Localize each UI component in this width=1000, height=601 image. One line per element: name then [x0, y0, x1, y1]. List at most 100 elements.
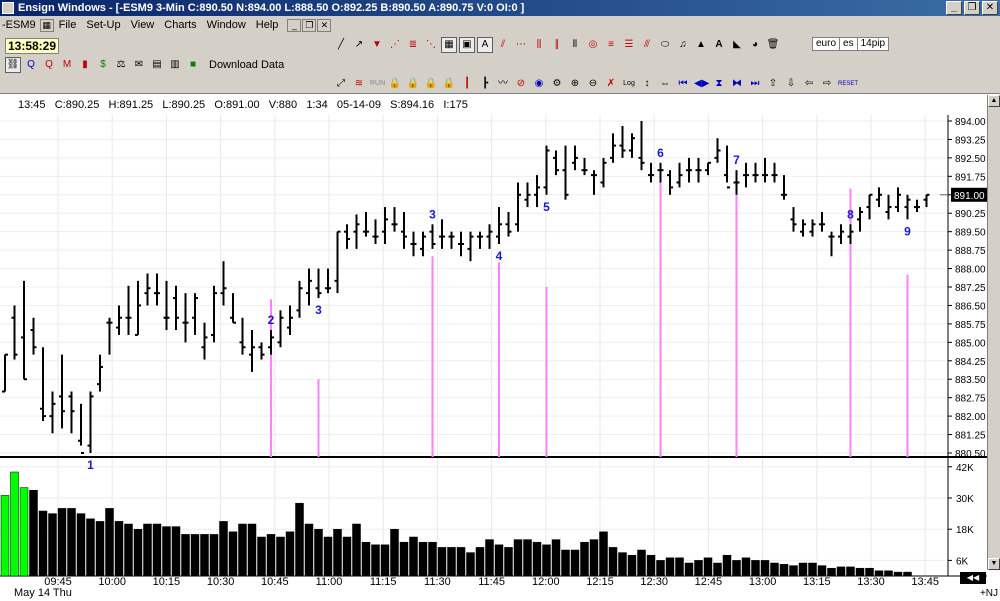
- bar-chart-icon[interactable]: ▮: [77, 57, 93, 73]
- channel-tool-icon[interactable]: ⫼: [531, 37, 547, 53]
- log-scale-button[interactable]: Log: [621, 76, 637, 92]
- volume-bar: [29, 489, 38, 577]
- scanner-icon[interactable]: ⚖: [113, 57, 129, 73]
- pitchfork-tool-icon[interactable]: ⫽: [495, 37, 511, 53]
- scroll-left-end-icon[interactable]: ⏮: [675, 76, 691, 92]
- chart-background: [0, 115, 987, 586]
- lock-icon-4[interactable]: 🔒: [441, 76, 457, 92]
- cycle-tool-icon[interactable]: ∥: [549, 37, 565, 53]
- compress-icon[interactable]: ⧓: [729, 76, 745, 92]
- run-button[interactable]: RUN: [369, 76, 385, 92]
- candle-icon[interactable]: ┃: [459, 76, 475, 92]
- volume-bar: [190, 534, 200, 577]
- volume-bar: [143, 523, 152, 577]
- arrow-up-icon[interactable]: ⇧: [765, 76, 781, 92]
- tab-14pip[interactable]: 14pip: [856, 37, 890, 51]
- menu-view[interactable]: View: [126, 16, 160, 34]
- zoom-out-icon[interactable]: ⊖: [585, 76, 601, 92]
- price-tick-label: 894.00: [955, 117, 986, 128]
- zoom-in-icon[interactable]: ⊕: [567, 76, 583, 92]
- reset-button[interactable]: RESET: [837, 76, 858, 92]
- mdi-minimize-button[interactable]: _: [287, 18, 302, 32]
- ray-tool-icon[interactable]: ↗: [351, 37, 367, 53]
- volume-bar: [95, 521, 105, 577]
- menu-setup[interactable]: Set-Up: [81, 16, 125, 34]
- tab-es[interactable]: es: [839, 37, 858, 51]
- bar-type-icon[interactable]: ┣: [477, 76, 493, 92]
- menu-file[interactable]: File: [54, 16, 82, 34]
- dollar-icon[interactable]: $: [95, 57, 111, 73]
- gauge-tool-icon[interactable]: ◕: [747, 37, 763, 53]
- lock-icon-3[interactable]: 🔒: [423, 76, 439, 92]
- minimize-button[interactable]: _: [946, 1, 962, 15]
- menu-help[interactable]: Help: [251, 16, 284, 34]
- tab-euro[interactable]: euro: [812, 37, 841, 51]
- fib-fan-tool-icon[interactable]: ⋰: [387, 37, 403, 53]
- crosshair-icon[interactable]: ✗: [603, 76, 619, 92]
- message-icon[interactable]: ✉: [131, 57, 147, 73]
- target-icon[interactable]: ◉: [531, 76, 547, 92]
- time-lines-tool-icon[interactable]: ⦀: [567, 37, 583, 53]
- close-button[interactable]: ✕: [982, 1, 998, 15]
- quote-page-icon[interactable]: Q: [23, 57, 39, 73]
- text-box-tool-icon[interactable]: A: [477, 37, 493, 53]
- chart-nav-arrows[interactable]: ◀◀ ▶▶: [960, 572, 986, 594]
- volume-tick-label: 42K: [956, 463, 974, 474]
- scale-icon[interactable]: ↕: [639, 76, 655, 92]
- scroll-down-icon[interactable]: ▼: [988, 558, 1000, 570]
- ellipse-tool-icon[interactable]: ⬭: [657, 37, 673, 53]
- rectangle-tool-icon[interactable]: ▣: [459, 37, 475, 53]
- expand-icon[interactable]: ⧗: [711, 76, 727, 92]
- wave-label: 6: [657, 146, 664, 160]
- calendar-icon[interactable]: ▥: [167, 57, 183, 73]
- arrow-down-tool-icon[interactable]: ▼: [369, 37, 385, 53]
- mdi-restore-button[interactable]: ❐: [302, 18, 317, 32]
- lock-icon-2[interactable]: 🔒: [405, 76, 421, 92]
- alert-tool-icon[interactable]: ▲: [693, 37, 709, 53]
- mdi-close-button[interactable]: ✕: [317, 18, 332, 32]
- bell-tool-icon[interactable]: ♫: [675, 37, 691, 53]
- no-entry-icon[interactable]: ⊘: [513, 76, 529, 92]
- info-countdown: 1:34: [306, 99, 328, 111]
- volume-bar: [494, 544, 504, 577]
- fib-arc-tool-icon[interactable]: ⋱: [423, 37, 439, 53]
- scroll-right-end-icon[interactable]: ⏭: [747, 76, 763, 92]
- grid-tool-icon[interactable]: ▦: [441, 37, 457, 53]
- scroll-both-icon[interactable]: ◀▶: [693, 76, 709, 92]
- exit-icon[interactable]: ■: [185, 57, 201, 73]
- wave-icon[interactable]: ≋: [351, 76, 367, 92]
- esp-icon[interactable]: ▤: [149, 57, 165, 73]
- volume-bar: [789, 565, 798, 577]
- trendline-tool-icon[interactable]: ╱: [333, 37, 349, 53]
- equal-lines-tool-icon[interactable]: ☰: [621, 37, 637, 53]
- horizontal-lines-tool-icon[interactable]: ≡: [603, 37, 619, 53]
- wedge-tool-icon[interactable]: ◣: [729, 37, 745, 53]
- restore-button[interactable]: ❐: [964, 1, 980, 15]
- chart-window-icon[interactable]: ▦: [39, 18, 54, 32]
- text-tool-icon[interactable]: A: [711, 37, 727, 53]
- price-chart[interactable]: 09:45 10:00 10:15 10:30 10:45 11:00 11:15 11:30…: [0, 115, 987, 586]
- circle-tool-icon[interactable]: ◎: [585, 37, 601, 53]
- trash-icon[interactable]: 🗑: [765, 37, 781, 53]
- fib-retrace-tool-icon[interactable]: ≣: [405, 37, 421, 53]
- scroll-up-icon[interactable]: ▲: [988, 95, 1000, 107]
- price-tick-label: 884.25: [955, 357, 986, 368]
- time-tick-label: 10:15: [153, 576, 181, 586]
- link-icon[interactable]: ⛓: [5, 57, 21, 73]
- menu-window[interactable]: Window: [202, 16, 251, 34]
- gann-fan-tool-icon[interactable]: ⋯: [513, 37, 529, 53]
- quote-board-icon[interactable]: Q: [41, 57, 57, 73]
- vertical-scrollbar[interactable]: ▲ ▼: [987, 95, 1000, 570]
- menu-charts[interactable]: Charts: [159, 16, 201, 34]
- fit-icon[interactable]: ⇔: [657, 76, 673, 92]
- line-chart-icon[interactable]: 〰: [495, 76, 511, 92]
- arrow-right-icon[interactable]: ⇨: [819, 76, 835, 92]
- parallel-tool-icon[interactable]: ⫻: [639, 37, 655, 53]
- lock-icon-1[interactable]: 🔒: [387, 76, 403, 92]
- arrow-down-icon[interactable]: ⇩: [783, 76, 799, 92]
- chart-icon[interactable]: M: [59, 57, 75, 73]
- cursor-line-icon[interactable]: ⤢: [333, 76, 349, 92]
- settings-icon[interactable]: ⚙: [549, 76, 565, 92]
- download-data-button[interactable]: Download Data: [203, 56, 290, 74]
- arrow-left-icon[interactable]: ⇦: [801, 76, 817, 92]
